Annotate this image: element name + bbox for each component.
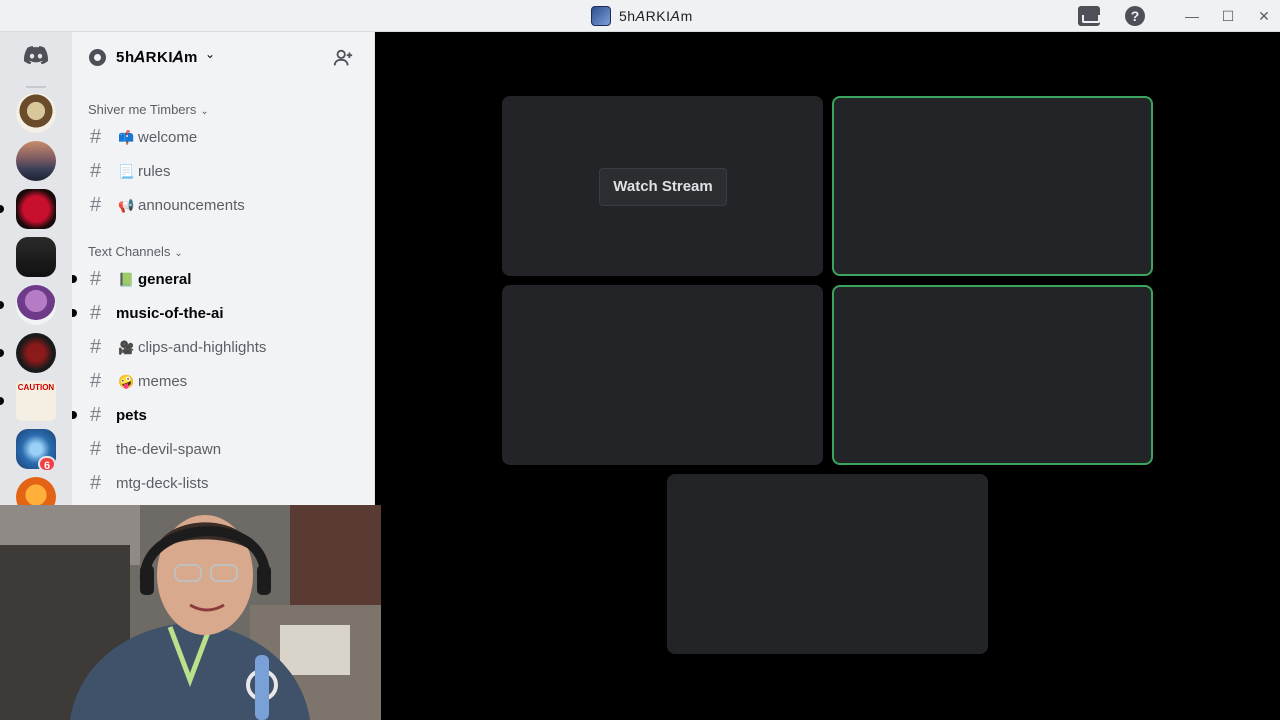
app-icon: [591, 6, 611, 26]
webcam-image: [0, 505, 381, 720]
watch-stream-button[interactable]: Watch Stream: [599, 168, 727, 206]
gear-icon: [89, 49, 106, 66]
inbox-icon[interactable]: [1078, 6, 1100, 26]
unread-indicator: [72, 411, 77, 419]
channel-emoji: 📢: [118, 198, 135, 213]
channel-label: the-devil-spawn: [116, 441, 222, 458]
window-title: 5h𝘈RKI𝘈m: [619, 8, 693, 24]
channel-item[interactable]: # music-of-the-ai: [72, 298, 368, 330]
server-name: 5h𝘈RKI𝘈m: [116, 49, 198, 66]
hash-icon: #: [90, 438, 102, 460]
server-icon-2[interactable]: [16, 141, 56, 181]
server-icon-7[interactable]: CAUTION: [16, 381, 56, 421]
help-icon[interactable]: ?: [1125, 6, 1145, 26]
video-tile-speaking[interactable]: [832, 96, 1153, 276]
channel-label: memes: [138, 373, 188, 390]
server-icon-5[interactable]: [16, 285, 56, 325]
unread-indicator: [72, 275, 77, 283]
channel-item[interactable]: # 📢 announcements: [80, 190, 368, 222]
channel-emoji: 🤪: [118, 374, 135, 389]
channel-emoji: 📃: [118, 164, 135, 179]
channel-item[interactable]: # 📃 rules: [80, 156, 368, 188]
channel-item[interactable]: # 📫 welcome: [80, 122, 368, 154]
category-header[interactable]: Shiver me Timbers ⌄: [88, 102, 209, 117]
category-name: Shiver me Timbers: [88, 102, 197, 117]
channel-item[interactable]: # 🤪 memes: [80, 366, 368, 398]
channel-item[interactable]: # mtg-deck-lists: [80, 468, 368, 500]
server-unread-pill: [0, 397, 4, 405]
channel-label: rules: [138, 163, 171, 180]
channel-label: general: [138, 271, 192, 288]
home-button[interactable]: [16, 36, 56, 76]
channel-emoji: 📫: [118, 130, 135, 145]
webcam-overlay: [0, 505, 381, 720]
chevron-down-icon: ⌄: [200, 106, 209, 117]
channel-item[interactable]: # pets: [72, 400, 368, 432]
hash-icon: #: [90, 126, 102, 148]
server-header[interactable]: 5h𝘈RKI𝘈m ⌄: [72, 32, 375, 82]
video-tile[interactable]: [502, 285, 823, 465]
hash-icon: #: [90, 370, 102, 392]
video-tile-stream[interactable]: Watch Stream: [502, 96, 823, 276]
hash-icon: #: [90, 336, 102, 358]
video-tile[interactable]: [667, 474, 988, 654]
channel-label: welcome: [138, 129, 198, 146]
window-title-bar: 5h𝘈RKI𝘈m ? — ☐ ✕: [0, 0, 1280, 32]
close-button[interactable]: ✕: [1252, 4, 1276, 28]
add-member-icon[interactable]: [332, 47, 354, 69]
chevron-down-icon: ⌄: [205, 47, 216, 61]
hash-icon: #: [90, 194, 102, 216]
server-unread-pill: [0, 349, 4, 357]
category-header[interactable]: Text Channels ⌄: [88, 244, 183, 259]
rail-separator: [26, 86, 46, 88]
server-icon-6[interactable]: [16, 333, 56, 373]
video-tile-speaking[interactable]: [832, 285, 1153, 465]
mention-badge: 6: [38, 456, 56, 472]
category-name: Text Channels: [88, 244, 171, 259]
chevron-down-icon: ⌄: [174, 248, 183, 259]
channel-item[interactable]: # 🎥 clips-and-highlights: [80, 332, 368, 364]
minimize-button[interactable]: —: [1180, 4, 1204, 28]
channel-label: mtg-deck-lists: [116, 475, 209, 492]
server-unread-pill: [0, 205, 4, 213]
unread-indicator: [72, 309, 77, 317]
channel-label: pets: [116, 407, 147, 424]
hash-icon: #: [90, 302, 102, 324]
channel-item[interactable]: # 📗 general: [72, 264, 368, 296]
hash-icon: #: [90, 160, 102, 182]
hash-icon: #: [90, 472, 102, 494]
maximize-button[interactable]: ☐: [1216, 4, 1240, 28]
server-icon-1[interactable]: [16, 93, 56, 133]
discord-logo-icon: [24, 46, 48, 64]
channel-emoji: 📗: [118, 272, 135, 287]
server-icon-4[interactable]: [16, 237, 56, 277]
channel-emoji: 🎥: [118, 340, 135, 355]
channel-label: music-of-the-ai: [116, 305, 224, 322]
channel-label: announcements: [138, 197, 245, 214]
voice-stage: Watch Stream: [375, 32, 1280, 720]
hash-icon: #: [90, 404, 102, 426]
channel-item[interactable]: # the-devil-spawn: [80, 434, 368, 466]
channel-label: clips-and-highlights: [138, 339, 267, 356]
server-icon-3[interactable]: [16, 189, 56, 229]
server-unread-pill: [0, 301, 4, 309]
hash-icon: #: [90, 268, 102, 290]
